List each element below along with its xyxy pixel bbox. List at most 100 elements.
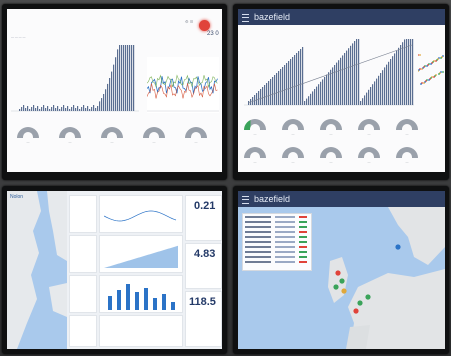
bar xyxy=(316,86,318,105)
row-label xyxy=(245,231,271,233)
bar xyxy=(318,84,320,105)
bar xyxy=(35,108,37,111)
bar xyxy=(31,107,33,111)
bar xyxy=(314,89,316,105)
row-bar xyxy=(275,231,295,233)
bar xyxy=(284,65,286,105)
bar xyxy=(135,292,139,310)
bar xyxy=(27,106,29,111)
bar xyxy=(123,45,125,111)
sidebar-map[interactable]: Nolon xyxy=(7,191,67,349)
row-label xyxy=(245,251,271,253)
alert-indicator-icon[interactable] xyxy=(199,20,210,31)
bar xyxy=(268,81,270,105)
row-status xyxy=(299,241,307,243)
gauge-r10: — xyxy=(394,147,420,169)
header-number: 23 0 xyxy=(207,31,219,37)
bar xyxy=(412,39,414,106)
bar xyxy=(61,107,63,111)
scatter-dot xyxy=(442,71,444,73)
bar xyxy=(93,105,95,111)
app-title: bazefield xyxy=(254,12,291,22)
bar xyxy=(25,108,27,111)
bar xyxy=(133,45,135,111)
bar xyxy=(97,106,99,111)
row-bar xyxy=(275,216,295,218)
stat-tile-3 xyxy=(69,275,97,313)
dashboard-screen-top-left: ⚙ ☰ 23 0 — — — — — — — — — xyxy=(7,9,222,172)
bar xyxy=(282,67,284,105)
cumulative-bar-chart xyxy=(244,39,414,106)
bar xyxy=(336,62,338,105)
bar xyxy=(382,70,384,105)
menu-icon[interactable] xyxy=(242,195,249,204)
row-bar xyxy=(275,261,295,263)
scatter-mini xyxy=(418,54,444,85)
bar xyxy=(292,57,294,105)
bar xyxy=(264,85,266,105)
scatter-dot xyxy=(433,76,435,78)
stat-tile-2 xyxy=(69,235,97,273)
bar xyxy=(322,79,324,105)
bar xyxy=(256,93,258,105)
bar xyxy=(366,92,368,105)
gauge-2: — xyxy=(57,127,83,149)
bar xyxy=(302,47,304,105)
bar xyxy=(402,42,404,105)
stat-tile-1 xyxy=(69,195,97,233)
bar xyxy=(115,57,117,111)
monitor-bottom-left: Nolon 0.21 4.83 118.5 xyxy=(2,186,227,354)
scatter-dot xyxy=(419,54,421,56)
gauge-r7: — xyxy=(280,147,306,169)
kpi-tile-3: 118.5 xyxy=(185,291,222,347)
bar xyxy=(69,109,71,111)
bar xyxy=(117,49,119,111)
bar xyxy=(119,45,121,111)
bar xyxy=(49,109,51,111)
bar xyxy=(272,77,274,105)
row-label xyxy=(245,216,271,218)
bar xyxy=(370,87,372,105)
bar xyxy=(87,106,89,111)
bar xyxy=(306,98,308,105)
bar xyxy=(103,93,105,111)
bar xyxy=(342,55,344,105)
menu-icon[interactable] xyxy=(242,13,249,22)
monitor-top-right: bazefield — — — — — — — — — — xyxy=(233,4,449,180)
bar xyxy=(29,109,31,111)
site-marker xyxy=(333,284,339,290)
kpi-value-3: 118.5 xyxy=(189,296,216,308)
bar xyxy=(308,96,310,105)
bar xyxy=(398,47,400,105)
bar xyxy=(340,57,342,105)
bar xyxy=(171,302,175,310)
bar xyxy=(338,60,340,105)
bar xyxy=(108,296,112,310)
bar xyxy=(63,105,65,111)
bar xyxy=(59,109,61,111)
row-label xyxy=(245,256,271,258)
site-marker xyxy=(365,294,371,300)
bar xyxy=(386,64,388,105)
bar xyxy=(89,109,91,111)
bar xyxy=(376,78,378,105)
bar xyxy=(280,69,282,105)
bar xyxy=(153,298,157,310)
bar xyxy=(83,105,85,111)
gauge-r5: — xyxy=(394,119,420,141)
chart-tile-line xyxy=(99,195,183,233)
bar xyxy=(260,89,262,105)
bar xyxy=(380,73,382,105)
gauge-3: — xyxy=(99,127,125,149)
bar xyxy=(356,39,358,105)
bar xyxy=(113,64,115,111)
chart-tile-area xyxy=(99,235,183,273)
scatter-dot xyxy=(420,83,422,85)
bar xyxy=(121,45,123,111)
bar xyxy=(105,89,107,111)
top-icons: ⚙ ☰ xyxy=(185,19,194,24)
bar xyxy=(404,39,406,105)
gauge-r6: — xyxy=(242,147,268,169)
bar xyxy=(310,93,312,105)
site-list-panel[interactable] xyxy=(242,213,312,271)
